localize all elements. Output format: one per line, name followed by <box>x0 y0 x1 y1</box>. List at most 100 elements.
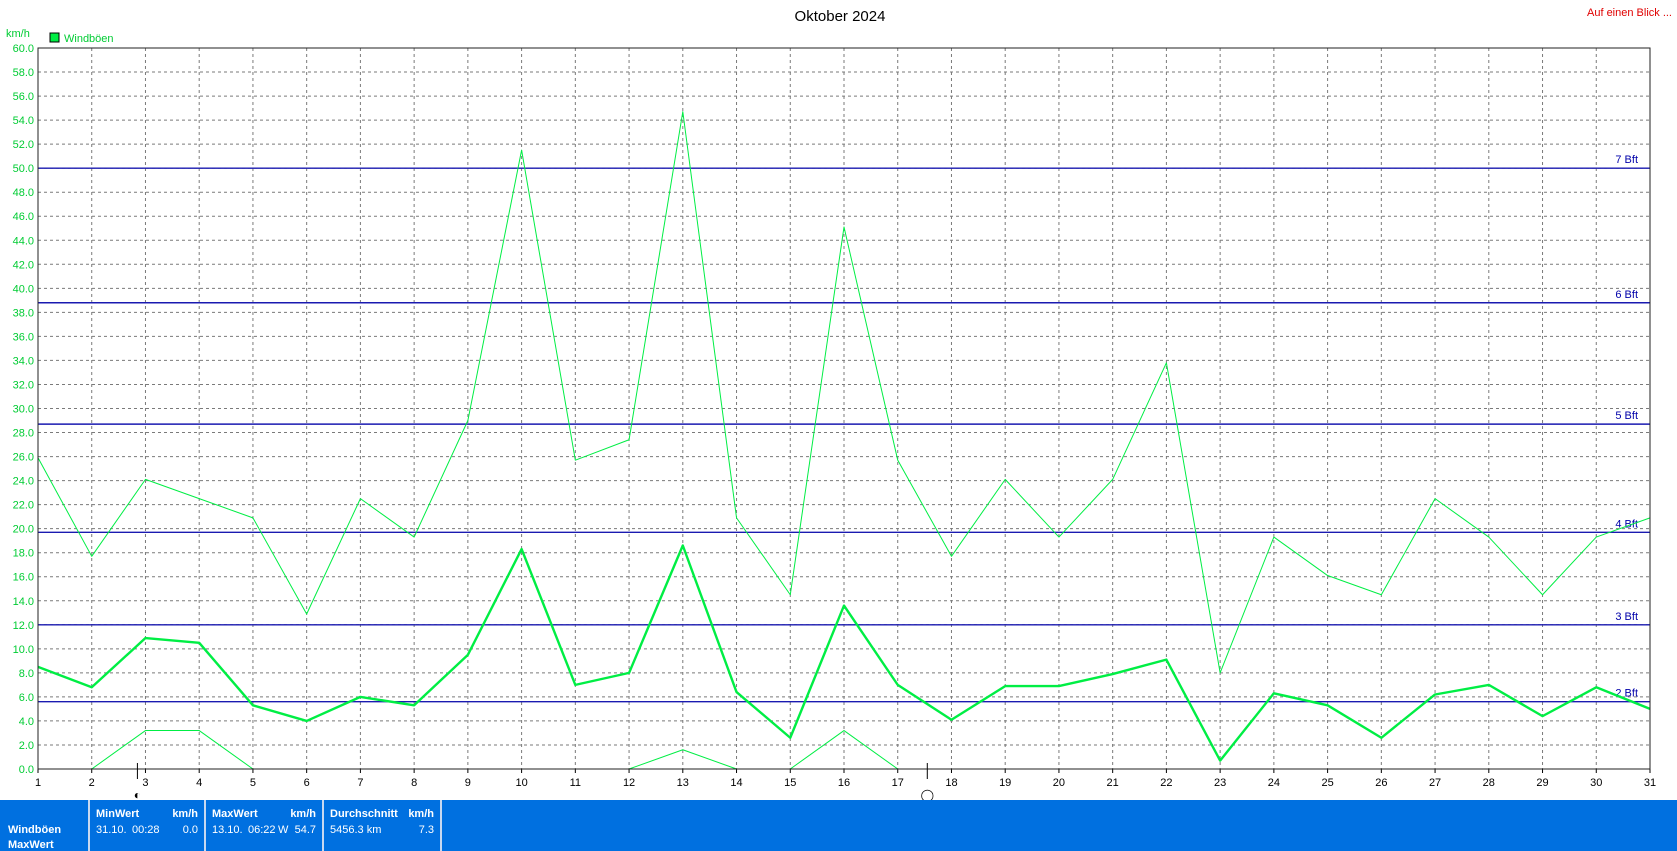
y-tick-label: 28.0 <box>13 428 34 440</box>
x-tick-label: 27 <box>1429 777 1441 789</box>
moon-phase-icon: ◐ <box>134 788 141 800</box>
y-tick-label: 6.0 <box>19 692 34 704</box>
stats-panel-average: Durchschnitt km/h 5456.3 km 7.3 <box>322 800 442 851</box>
x-tick-label: 20 <box>1053 777 1065 789</box>
overview-link[interactable]: Auf einen Blick ... <box>1587 7 1672 19</box>
min-date: 31.10. <box>96 824 127 836</box>
y-tick-label: 20.0 <box>13 524 34 536</box>
x-tick-label: 1 <box>35 777 41 789</box>
y-tick-label: 12.0 <box>13 620 34 632</box>
x-tick-label: 24 <box>1268 777 1280 789</box>
y-tick-label: 10.0 <box>13 644 34 656</box>
y-tick-label: 32.0 <box>13 379 34 391</box>
x-tick-label: 10 <box>515 777 527 789</box>
max-time: 06:22 <box>248 824 276 836</box>
y-tick-label: 26.0 <box>13 452 34 464</box>
min-unit: km/h <box>172 808 198 820</box>
x-tick-label: 11 <box>570 777 581 789</box>
x-tick-label: 5 <box>250 777 256 789</box>
y-tick-label: 52.0 <box>13 139 34 151</box>
x-tick-label: 12 <box>623 777 635 789</box>
x-tick-label: 23 <box>1214 777 1226 789</box>
avg-header: Durchschnitt <box>330 808 398 820</box>
x-tick-label: 30 <box>1590 777 1602 789</box>
y-tick-label: 14.0 <box>13 596 34 608</box>
y-tick-label: 8.0 <box>19 668 34 680</box>
y-tick-label: 38.0 <box>13 307 34 319</box>
stats-panel-min: MinWert km/h 31.10. 00:28 0.0 <box>88 800 204 851</box>
y-tick-label: 42.0 <box>13 259 34 271</box>
x-tick-label: 16 <box>838 777 850 789</box>
x-tick-label: 25 <box>1321 777 1333 789</box>
min-value: 0.0 <box>182 824 198 836</box>
series-line-min <box>628 730 899 770</box>
avg-distance: 5456.3 km <box>330 824 382 836</box>
stats-panel-max: MaxWert km/h 13.10. 06:22 W 54.7 <box>204 800 322 851</box>
max-date: 13.10. <box>212 824 243 836</box>
y-tick-label: 50.0 <box>13 163 34 175</box>
x-tick-label: 8 <box>411 777 417 789</box>
min-header: MinWert <box>96 808 140 820</box>
x-tick-label: 7 <box>357 777 363 789</box>
x-tick-label: 22 <box>1160 777 1172 789</box>
y-tick-label: 18.0 <box>13 548 34 560</box>
y-tick-label: 40.0 <box>13 283 34 295</box>
chart-title: Oktober 2024 <box>795 8 886 25</box>
x-tick-label: 18 <box>945 777 957 789</box>
x-tick-label: 9 <box>465 777 471 789</box>
x-tick-label: 14 <box>730 777 742 789</box>
y-tick-label: 34.0 <box>13 355 34 367</box>
legend-swatch <box>49 32 60 43</box>
stats-row-label-series: Windböen <box>8 824 62 836</box>
avg-unit: km/h <box>408 808 434 820</box>
y-tick-label: 48.0 <box>13 187 34 199</box>
y-unit-label: km/h <box>6 28 30 40</box>
x-tick-label: 2 <box>89 777 95 789</box>
y-tick-label: 44.0 <box>13 235 34 247</box>
max-value: 54.7 <box>294 824 316 836</box>
bft-label: 3 Bft <box>1615 611 1638 623</box>
bft-label: 7 Bft <box>1615 154 1638 166</box>
x-tick-label: 15 <box>784 777 796 789</box>
y-tick-label: 60.0 <box>13 43 34 55</box>
x-tick-label: 26 <box>1375 777 1387 789</box>
y-tick-label: 22.0 <box>13 500 34 512</box>
y-tick-label: 24.0 <box>13 476 34 488</box>
x-tick-label: 17 <box>892 777 904 789</box>
x-tick-label: 6 <box>304 777 310 789</box>
y-tick-label: 56.0 <box>13 91 34 103</box>
max-header: MaxWert <box>212 808 258 820</box>
bft-label: 4 Bft <box>1615 518 1638 530</box>
max-unit: km/h <box>290 808 316 820</box>
y-tick-label: 36.0 <box>13 331 34 343</box>
min-time: 00:28 <box>132 824 160 836</box>
series-line-min <box>91 730 254 770</box>
moon-phase-icon: ◯ <box>921 788 934 800</box>
y-tick-label: 46.0 <box>13 211 34 223</box>
bft-label: 6 Bft <box>1615 289 1638 301</box>
y-tick-label: 30.0 <box>13 404 34 416</box>
x-tick-label: 4 <box>196 777 202 789</box>
x-tick-label: 29 <box>1536 777 1548 789</box>
x-tick-label: 31 <box>1644 777 1656 789</box>
legend-label: Windböen <box>64 33 114 45</box>
y-tick-label: 0.0 <box>19 764 34 776</box>
x-tick-label: 19 <box>999 777 1011 789</box>
x-tick-label: 28 <box>1483 777 1495 789</box>
y-tick-label: 4.0 <box>19 716 34 728</box>
bft-label: 5 Bft <box>1615 410 1638 422</box>
axes: 0.0 2.0 4.0 6.0 8.0 10.0 12.0 14.0 16.0 18.0 20.0 2… <box>13 43 1657 800</box>
y-tick-label: 54.0 <box>13 115 34 127</box>
y-tick-label: 16.0 <box>13 572 34 584</box>
grid <box>37 47 1651 770</box>
y-tick-label: 58.0 <box>13 67 34 79</box>
x-tick-label: 3 <box>142 777 148 789</box>
x-tick-label: 13 <box>677 777 689 789</box>
y-tick-label: 2.0 <box>19 740 34 752</box>
stats-row-label-max: MaxWert <box>8 839 54 851</box>
x-tick-label: 21 <box>1107 777 1119 789</box>
avg-value: 7.3 <box>418 824 434 836</box>
bft-label: 2 Bft <box>1615 688 1638 700</box>
statistics-bar: Windböen MaxWert MinWert km/h 31.10. 00:… <box>0 800 1677 851</box>
chart: Oktober 2024 Auf einen Blick ... km/h Wi… <box>6 7 1672 800</box>
